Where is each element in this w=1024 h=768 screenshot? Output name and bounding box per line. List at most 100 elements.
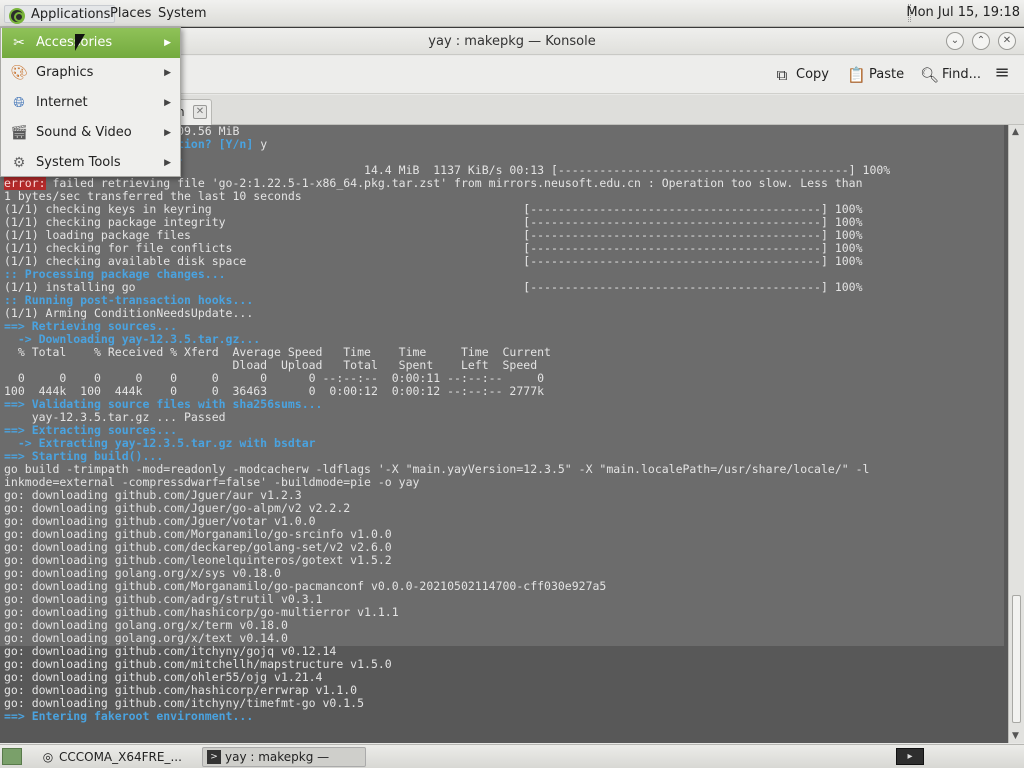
find-label: Find...: [942, 67, 982, 82]
accessories-icon: ✂: [13, 35, 25, 51]
terminal-text: ==> Entering fakeroot environment...: [4, 710, 254, 723]
terminal-line: go: downloading github.com/Jguer/votar v…: [4, 515, 1008, 528]
menu-item-label: System Tools: [36, 155, 121, 170]
terminal-line: (1/1) checking keys in keyring [--------…: [4, 203, 1008, 216]
copy-label: Copy: [796, 67, 829, 82]
terminal-text: :: Running post-transaction hooks...: [4, 294, 254, 307]
menu-item-system-tools[interactable]: ⚙ System Tools ▶: [2, 148, 180, 178]
terminal-line: go: downloading golang.org/x/term v0.18.…: [4, 619, 1008, 632]
close-button[interactable]: ✕: [998, 32, 1016, 50]
terminal-text: % Total % Received % Xferd Average Speed…: [4, 346, 551, 359]
terminal-text: go: downloading github.com/Jguer/votar v…: [4, 515, 316, 528]
copy-icon: ⧉: [776, 66, 788, 84]
terminal-line: error: failed retrieving file 'go-2:1.22…: [4, 177, 1008, 190]
terminal-view[interactable]: 209.56 MiB lation? [Y/n] y ... go-2:1.22…: [0, 125, 1008, 743]
terminal-text: ==> Extracting sources...: [4, 424, 178, 437]
terminal-text: (1/1) Arming ConditionNeedsUpdate...: [4, 307, 254, 320]
terminal-text: go: downloading github.com/Jguer/go-alpm…: [4, 502, 351, 515]
terminal-text: (1/1) checking available disk space [---…: [4, 255, 863, 268]
terminal-line: go: downloading github.com/hashicorp/go-…: [4, 606, 1008, 619]
terminal-text: (1/1) checking package integrity [------…: [4, 216, 863, 229]
terminal-line: (1/1) Arming ConditionNeedsUpdate...: [4, 307, 1008, 320]
terminal-text: go: downloading golang.org/x/text v0.14.…: [4, 632, 288, 645]
terminal-text: ==> Retrieving sources...: [4, 320, 178, 333]
terminal-text: failed retrieving file 'go-2:1.22.5-1-x8…: [45, 177, 863, 190]
system-menu-button[interactable]: System: [158, 5, 206, 23]
terminal-line: :: Running post-transaction hooks...: [4, 294, 1008, 307]
terminal-text: (1/1) installing go [-------------------…: [4, 281, 863, 294]
terminal-text: go: downloading github.com/hashicorp/go-…: [4, 606, 399, 619]
terminal-text: ==> Starting build()...: [4, 450, 164, 463]
maximize-button[interactable]: ⌃: [972, 32, 990, 50]
submenu-arrow-icon: ▶: [164, 38, 171, 48]
terminal-text: go: downloading github.com/Morganamilo/g…: [4, 580, 607, 593]
clock[interactable]: Mon Jul 15, 19:18: [906, 5, 1020, 20]
scroll-down-icon[interactable]: ▼: [1012, 731, 1019, 741]
tab-close-icon[interactable]: ✕: [193, 105, 207, 119]
terminal-line: go: downloading github.com/Jguer/go-alpm…: [4, 502, 1008, 515]
terminal-text: go: downloading github.com/mitchellh/map…: [4, 658, 392, 671]
terminal-text: go: downloading golang.org/x/sys v0.18.0: [4, 567, 281, 580]
submenu-arrow-icon: ▶: [164, 98, 171, 108]
hamburger-menu-button[interactable]: ≡: [994, 64, 1014, 85]
taskbar-item-disc[interactable]: ◎ CCCOMA_X64FRE_...: [36, 747, 196, 767]
terminal-text: go: downloading github.com/adrg/strutil …: [4, 593, 323, 606]
terminal-text: go: downloading golang.org/x/term v0.18.…: [4, 619, 288, 632]
show-desktop-button[interactable]: [2, 748, 22, 765]
terminal-text: go: downloading github.com/Morganamilo/g…: [4, 528, 392, 541]
system-tools-icon: ⚙: [12, 155, 26, 171]
minimize-button[interactable]: ⌄: [946, 32, 964, 50]
terminal-text: (1/1) loading package files [-----------…: [4, 229, 863, 242]
terminal-line: go: downloading github.com/Jguer/aur v1.…: [4, 489, 1008, 502]
terminal-line: 1 bytes/sec transferred the last 10 seco…: [4, 190, 1008, 203]
terminal-line: 0 0 0 0 0 0 0 0 --:--:-- 0:00:11 --:--:-…: [4, 372, 1008, 385]
find-button[interactable]: 🔍︎ Find...: [920, 65, 981, 85]
search-icon: 🔍︎: [920, 66, 940, 84]
terminal-text: y: [260, 138, 268, 151]
terminal-line: :: Processing package changes...: [4, 268, 1008, 281]
terminal-line: go build -trimpath -mod=readonly -modcac…: [4, 463, 1008, 476]
terminal-text: go: downloading github.com/ohler55/ojg v…: [4, 671, 323, 684]
menu-item-internet[interactable]: 🌐︎ Internet ▶: [2, 88, 180, 118]
terminal-line: go: downloading github.com/itchyny/timef…: [4, 697, 1008, 710]
applications-label: Applications: [31, 7, 111, 22]
copy-button[interactable]: ⧉ Copy: [774, 65, 829, 85]
terminal-scrollbar[interactable]: ▲ ▼: [1008, 125, 1024, 743]
terminal-line: -> Extracting yay-12.3.5.tar.gz with bsd…: [4, 437, 1008, 450]
taskbar-item-konsole[interactable]: > yay : makepkg — Kon...: [202, 747, 366, 767]
terminal-line: go: downloading github.com/adrg/strutil …: [4, 593, 1008, 606]
terminal-line: go: downloading github.com/Morganamilo/g…: [4, 528, 1008, 541]
task-label: yay : makepkg — Kon...: [225, 750, 330, 764]
mouse-cursor-icon: [75, 34, 85, 51]
menu-item-label: Sound & Video: [36, 125, 132, 140]
menu-item-accessories[interactable]: ✂ Accessories ▶: [2, 28, 180, 58]
menu-item-graphics[interactable]: 🎨︎ Graphics ▶: [2, 58, 180, 88]
menu-item-sound-video[interactable]: 🎬︎ Sound & Video ▶: [2, 118, 180, 148]
terminal-text: (1/1) checking keys in keyring [--------…: [4, 203, 863, 216]
terminal-line: (1/1) installing go [-------------------…: [4, 281, 1008, 294]
paste-button[interactable]: 📋 Paste: [847, 65, 904, 85]
terminal-text: 100 444k 100 444k 0 0 36463 0 0:00:12 0:…: [4, 385, 545, 398]
mate-logo-icon: [9, 8, 25, 24]
terminal-text: go: downloading github.com/hashicorp/err…: [4, 684, 358, 697]
applications-menu-button[interactable]: Applications: [4, 5, 116, 24]
terminal-text: :: Processing package changes...: [4, 268, 226, 281]
paste-label: Paste: [869, 67, 905, 82]
terminal-text: go build -trimpath -mod=readonly -modcac…: [4, 463, 870, 476]
task-label: CCCOMA_X64FRE_...: [59, 750, 182, 764]
submenu-arrow-icon: ▶: [164, 68, 171, 78]
terminal-line: Dload Upload Total Spent Left Speed: [4, 359, 1008, 372]
places-menu-button[interactable]: Places: [110, 5, 151, 23]
terminal-line: go: downloading github.com/hashicorp/err…: [4, 684, 1008, 697]
terminal-line: yay-12.3.5.tar.gz ... Passed: [4, 411, 1008, 424]
terminal-text: Dload Upload Total Spent Left Speed: [4, 359, 538, 372]
scroll-up-icon[interactable]: ▲: [1012, 127, 1019, 137]
terminal-line: ==> Entering fakeroot environment...: [4, 710, 1008, 723]
terminal-line: (1/1) checking package integrity [------…: [4, 216, 1008, 229]
menu-item-label: Internet: [36, 95, 88, 110]
workspace-switcher[interactable]: ▸: [896, 748, 924, 765]
desktop: Applications Places System Mon Jul 15, 1…: [0, 0, 1024, 768]
sound-video-icon: 🎬︎: [10, 125, 28, 141]
scrollbar-thumb[interactable]: [1012, 595, 1021, 723]
terminal-line: inkmode=external -compressdwarf=false' -…: [4, 476, 1008, 489]
